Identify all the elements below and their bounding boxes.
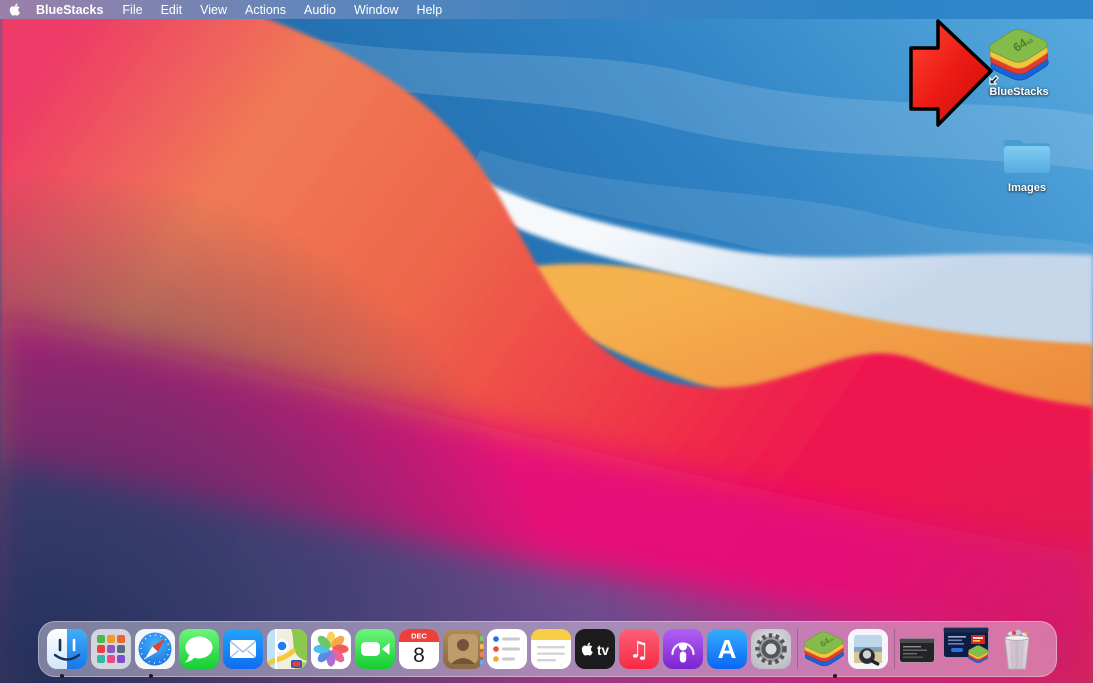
dock-icon-mail[interactable] — [221, 627, 265, 671]
dock: DEC 8 tv ♫ A 64 bit — [38, 621, 1057, 677]
dock-icon-calendar[interactable]: DEC 8 — [397, 627, 441, 671]
dock-icon-finder[interactable] — [45, 627, 89, 671]
running-indicator-safari — [149, 674, 153, 678]
dock-icon-notes[interactable] — [529, 627, 573, 671]
running-indicator-bluestacks — [833, 674, 837, 678]
menu-help[interactable]: Help — [407, 3, 451, 17]
menu-view[interactable]: View — [191, 3, 236, 17]
svg-text:8: 8 — [413, 644, 425, 667]
dock-icon-apple-tv[interactable]: tv — [573, 627, 617, 671]
menu-app-name[interactable]: BlueStacks — [30, 3, 113, 17]
dock-icon-contacts[interactable] — [441, 627, 485, 671]
desktop-icon-images-folder[interactable]: Images — [982, 136, 1072, 194]
music-note-icon: ♫ — [629, 638, 650, 664]
menu-window[interactable]: Window — [345, 3, 407, 17]
big-sur-wallpaper — [0, 0, 1093, 683]
dock-icon-trash[interactable] — [997, 627, 1037, 671]
apple-menu[interactable] — [0, 2, 30, 17]
svg-text:tv: tv — [597, 643, 609, 658]
macos-desktop: BlueStacks File Edit View Actions Audio … — [0, 0, 1093, 683]
dock-icon-preview[interactable] — [846, 627, 890, 671]
dock-icon-safari[interactable] — [133, 627, 177, 671]
svg-text:DEC: DEC — [411, 632, 427, 641]
dock-icon-bluestacks[interactable]: 64 bit — [802, 627, 846, 671]
dock-icon-music[interactable]: ♫ — [617, 627, 661, 671]
dock-divider — [890, 627, 899, 671]
dock-minimized-bluestacks-window[interactable] — [943, 627, 991, 668]
apple-logo-icon — [9, 2, 22, 17]
dock-icon-app-store[interactable]: A — [705, 627, 749, 671]
dock-icon-photos[interactable] — [309, 627, 353, 671]
folder-icon — [1004, 140, 1050, 173]
dock-icon-podcasts[interactable] — [661, 627, 705, 671]
dock-icon-maps[interactable] — [265, 627, 309, 671]
svg-text:A: A — [718, 634, 737, 664]
dock-icon-messages[interactable] — [177, 627, 221, 671]
dock-icon-reminders[interactable] — [485, 627, 529, 671]
dock-minimized-terminal-window[interactable] — [899, 638, 935, 668]
dock-icon-system-preferences[interactable] — [749, 627, 793, 671]
desktop-icon-label: Images — [1008, 182, 1046, 194]
desktop-icon-bluestacks[interactable]: 64 bit BlueStacks — [974, 28, 1064, 98]
menu-bar: BlueStacks File Edit View Actions Audio … — [0, 0, 1093, 19]
desktop-icon-label: BlueStacks — [989, 86, 1049, 98]
menu-audio[interactable]: Audio — [295, 3, 345, 17]
running-indicator-finder — [60, 674, 64, 678]
dock-icon-facetime[interactable] — [353, 627, 397, 671]
dock-icon-launchpad[interactable] — [89, 627, 133, 671]
menu-edit[interactable]: Edit — [152, 3, 192, 17]
menu-file[interactable]: File — [113, 3, 151, 17]
alias-arrow-badge — [989, 75, 999, 85]
menu-actions[interactable]: Actions — [236, 3, 295, 17]
